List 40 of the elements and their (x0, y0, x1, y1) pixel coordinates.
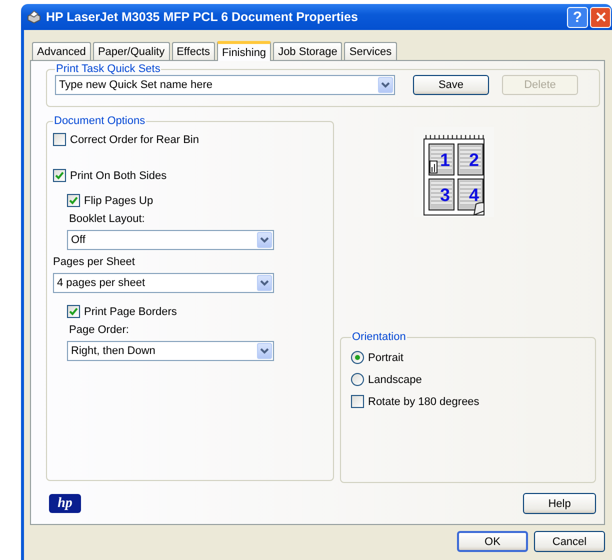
tab[interactable]: Advanced (32, 42, 91, 60)
close-icon (596, 12, 606, 22)
dialog-button[interactable]: Cancel (534, 531, 605, 552)
field-label: Booklet Layout: (68, 213, 146, 226)
group-label: Orientation (351, 331, 407, 343)
dropdown-field[interactable]: Right, then Down (67, 341, 274, 361)
tab[interactable]: Job Storage (273, 42, 342, 60)
checkbox[interactable] (53, 169, 66, 182)
checkbox[interactable] (67, 305, 80, 318)
dropdown-field[interactable]: 4 pages per sheet (53, 273, 274, 293)
dialog-button[interactable]: OK (457, 531, 528, 552)
checkbox-label: Print Page Borders (84, 306, 177, 318)
checkbox[interactable] (351, 395, 364, 408)
checkbox-label: Correct Order for Rear Bin (70, 134, 199, 146)
logo: hp (49, 494, 81, 513)
tab[interactable]: Finishing (217, 41, 272, 61)
printer-icon (26, 9, 42, 25)
radio-button[interactable] (351, 373, 364, 386)
group-label: Document Options (53, 115, 146, 127)
field-label: Page Order: (68, 324, 130, 337)
dropdown-field[interactable]: Type new Quick Set name here (55, 75, 395, 95)
checkbox-label: Rotate by 180 degrees (368, 396, 480, 408)
window-title: HP LaserJet M3035 MFP PCL 6 Document Properties (46, 10, 359, 24)
radio-label: Portrait (368, 352, 404, 364)
radio-button[interactable] (351, 351, 364, 364)
field-label: Pages per Sheet (53, 256, 136, 269)
tab[interactable]: Services (344, 42, 397, 60)
checkbox-label: Flip Pages Up (84, 194, 154, 206)
group-label: Print Task Quick Sets (55, 63, 162, 75)
checkbox-label: Print On Both Sides (70, 170, 167, 182)
checkbox[interactable] (53, 133, 66, 146)
radio-label: Landscape (368, 374, 422, 386)
help-button[interactable]: Help (523, 493, 596, 514)
push-button[interactable]: Save (413, 75, 489, 95)
tab[interactable]: Paper/Quality (92, 42, 170, 60)
help-button[interactable]: ? (567, 6, 588, 28)
checkbox[interactable] (67, 194, 80, 207)
tab[interactable]: Effects (172, 42, 216, 60)
close-button[interactable] (590, 6, 611, 28)
dropdown-field[interactable]: Off (67, 230, 274, 250)
